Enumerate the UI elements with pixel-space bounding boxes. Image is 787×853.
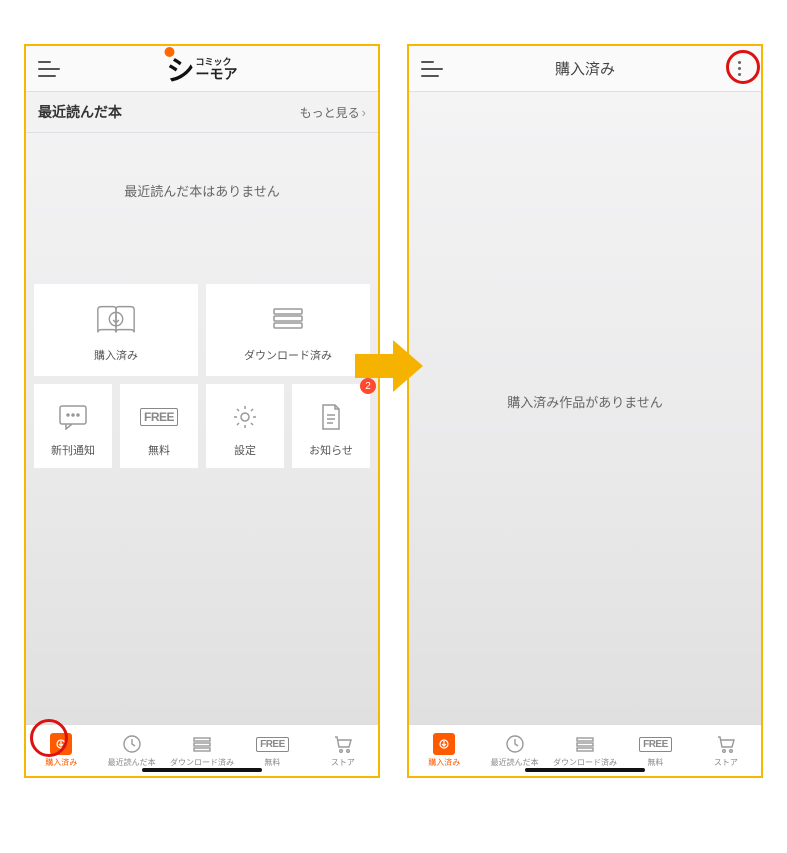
document-icon <box>309 398 353 436</box>
clock-icon <box>504 733 526 755</box>
tab-label: 無料 <box>264 757 280 768</box>
card-new-notify[interactable]: 新刊通知 <box>34 384 112 468</box>
app-logo: シ コミック ーモア <box>166 49 237 89</box>
free-chip-icon: FREE <box>644 733 666 755</box>
more-link[interactable]: もっと見る › <box>300 104 366 121</box>
stack-small-icon <box>574 733 596 755</box>
menu-list-icon[interactable] <box>421 61 443 77</box>
card-label: ダウンロード済み <box>244 347 332 363</box>
screenshot-right: 購入済み 購入済み作品がありません 購入済み 最近読んだ本 <box>407 44 763 778</box>
speech-bubble-icon <box>51 398 95 436</box>
tab-label: ストア <box>331 757 355 768</box>
gear-icon <box>223 398 267 436</box>
tab-label: ストア <box>714 757 738 768</box>
menu-list-icon[interactable] <box>38 61 60 77</box>
card-downloaded[interactable]: ダウンロード済み <box>206 284 370 376</box>
flow-arrow-icon <box>355 336 425 396</box>
stack-small-icon <box>191 733 213 755</box>
tab-store[interactable]: ストア <box>308 725 378 776</box>
empty-recent-message: 最近読んだ本はありません <box>26 181 378 200</box>
tab-label: 最近読んだ本 <box>108 757 156 768</box>
book-download-icon <box>94 301 138 341</box>
card-notice[interactable]: 2 お知らせ <box>292 384 370 468</box>
free-chip-icon: FREE <box>261 733 283 755</box>
card-label: 購入済み <box>94 347 138 363</box>
section-title: 最近読んだ本 <box>38 102 122 122</box>
book-icon <box>433 733 455 755</box>
empty-purchased-message: 購入済み作品がありません <box>409 392 761 411</box>
logo-sub-bottom: ーモア <box>196 67 238 81</box>
stack-icon <box>266 301 310 341</box>
cart-icon <box>332 733 354 755</box>
tab-label: 無料 <box>647 757 663 768</box>
card-label: お知らせ <box>309 442 353 458</box>
card-label: 無料 <box>148 442 170 458</box>
tab-purchased[interactable]: 購入済み <box>26 725 96 776</box>
card-label: 新刊通知 <box>51 442 95 458</box>
card-settings[interactable]: 設定 <box>206 384 284 468</box>
tab-purchased[interactable]: 購入済み <box>409 725 479 776</box>
clock-icon <box>121 733 143 755</box>
tab-store[interactable]: ストア <box>691 725 761 776</box>
screenshot-left: シ コミック ーモア 最近読んだ本 もっと見る › 最近読んだ本はありません <box>24 44 380 778</box>
chevron-right-icon: › <box>362 105 366 120</box>
page-title: 購入済み <box>555 58 615 79</box>
tab-label: 最近読んだ本 <box>491 757 539 768</box>
tab-label: ダウンロード済み <box>170 757 234 768</box>
book-icon <box>50 733 72 755</box>
card-label: 設定 <box>234 442 256 458</box>
home-cards-grid: 購入済み ダウンロード済み <box>34 284 370 468</box>
cart-icon <box>715 733 737 755</box>
tab-label: ダウンロード済み <box>553 757 617 768</box>
top-bar: シ コミック ーモア <box>26 46 378 92</box>
card-free[interactable]: FREE 無料 <box>120 384 198 468</box>
free-badge-icon: FREE <box>137 398 181 436</box>
home-indicator <box>142 768 262 772</box>
tab-label: 購入済み <box>428 757 460 768</box>
tab-label: 購入済み <box>45 757 77 768</box>
top-bar: 購入済み <box>409 46 761 92</box>
more-link-label: もっと見る <box>300 104 360 121</box>
recent-section-header: 最近読んだ本 もっと見る › <box>26 92 378 133</box>
card-purchased[interactable]: 購入済み <box>34 284 198 376</box>
kebab-menu-icon[interactable] <box>729 61 749 76</box>
home-indicator <box>525 768 645 772</box>
